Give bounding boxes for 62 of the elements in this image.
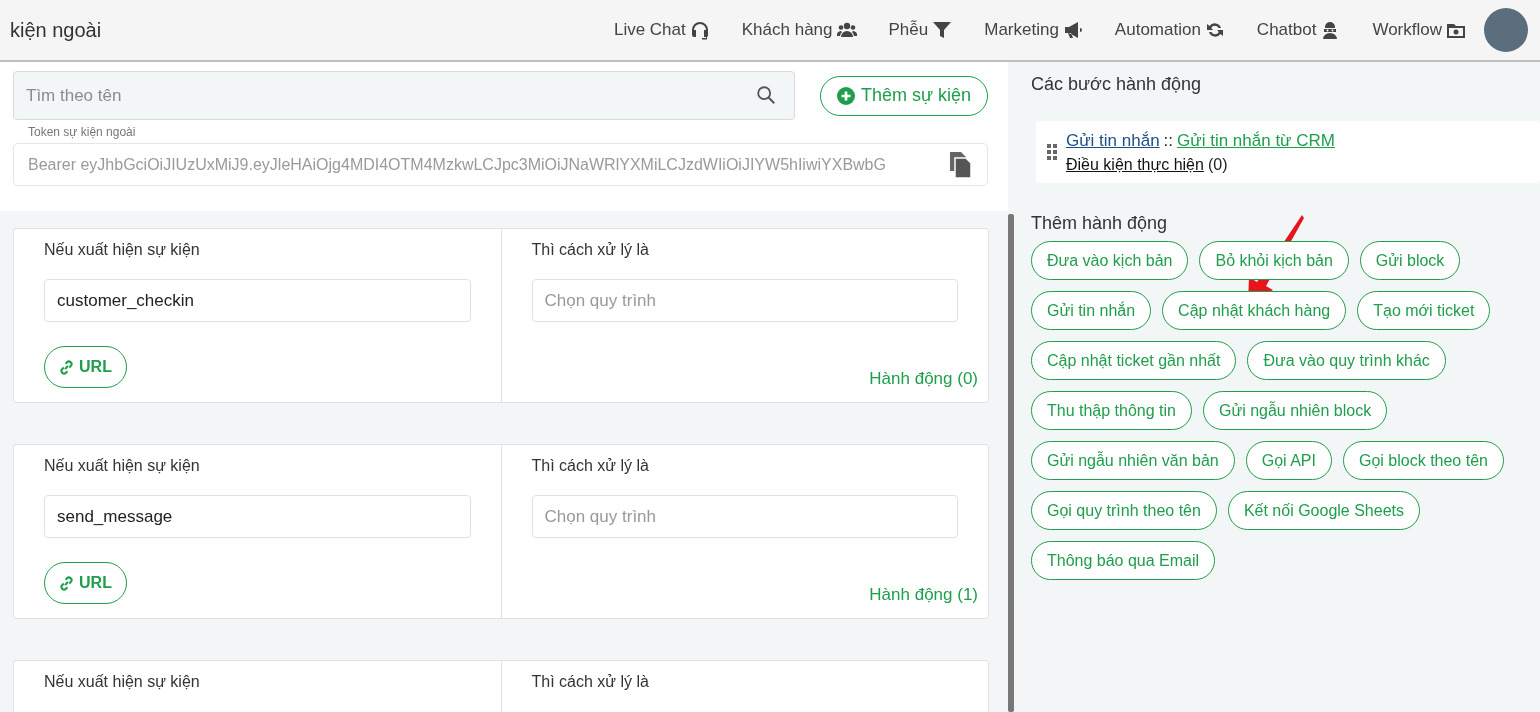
event-label: Nếu xuất hiện sự kiện — [44, 673, 201, 691]
action-chip[interactable]: Tạo mới ticket — [1357, 291, 1491, 330]
condition-count: (0) — [1207, 155, 1228, 174]
action-chip[interactable]: Bỏ khỏi kịch bản — [1199, 241, 1349, 280]
action-chip[interactable]: Gọi API — [1245, 441, 1332, 480]
action-chip[interactable]: Cập nhật ticket gần nhất — [1031, 341, 1237, 380]
nav-link[interactable]: Marketing — [984, 20, 1083, 40]
scrollbar[interactable] — [1008, 214, 1014, 712]
users-icon — [836, 20, 857, 40]
action-chip[interactable]: Gọi block theo tên — [1343, 441, 1504, 480]
action-chip[interactable]: Thông báo qua Email — [1031, 541, 1216, 580]
section-title: Thêm hành động — [1031, 213, 1169, 234]
actions-link[interactable]: Hành động (1) — [869, 585, 978, 605]
filter-icon — [932, 20, 953, 40]
bullhorn-icon — [1062, 20, 1083, 40]
action-chip[interactable]: Kết nối Google Sheets — [1227, 491, 1420, 530]
headset-icon — [689, 20, 710, 40]
copy-icon — [947, 150, 973, 179]
action-chip[interactable]: Đưa vào quy trình khác — [1247, 341, 1446, 380]
step-detail-link[interactable]: Gửi tin nhắn từ CRM — [1177, 130, 1335, 151]
link-icon — [59, 575, 75, 591]
workflow-select[interactable]: Chọn quy trình — [531, 495, 958, 538]
url-button[interactable]: URL — [44, 562, 127, 604]
nav-link[interactable]: Live Chat — [613, 20, 710, 40]
drag-handle-icon — [1046, 143, 1058, 161]
action-chip[interactable]: Gửi ngẫu nhiên văn bản — [1031, 441, 1235, 480]
link-icon — [59, 359, 75, 375]
workflow-label: Thì cách xử lý là — [531, 673, 650, 691]
action-chip[interactable]: Cập nhật khách hàng — [1162, 291, 1347, 330]
step-action-link[interactable]: Gửi tin nhắn — [1066, 130, 1160, 151]
action-chip[interactable]: Gửi tin nhắn — [1031, 291, 1152, 330]
nav-link[interactable]: Khách hàng — [741, 20, 857, 40]
workflow-select[interactable]: Chọn quy trình — [531, 279, 958, 322]
url-button[interactable]: URL — [44, 346, 127, 388]
action-chip[interactable]: Gửi block — [1359, 241, 1461, 280]
action-chip[interactable]: Đưa vào kịch bản — [1031, 241, 1189, 280]
search-icon — [754, 84, 777, 106]
event-label: Nếu xuất hiện sự kiện — [44, 241, 201, 259]
actions-link[interactable]: Hành động (0) — [869, 369, 978, 389]
workflow-label: Thì cách xử lý là — [531, 457, 650, 475]
separator: :: — [1163, 130, 1174, 151]
action-chip[interactable]: Gọi quy trình theo tên — [1031, 491, 1217, 530]
section-title: Các bước hành động — [1031, 74, 1202, 95]
event-label: Nếu xuất hiện sự kiện — [44, 457, 201, 475]
avatar[interactable] — [1484, 8, 1528, 52]
sync-icon — [1204, 20, 1225, 40]
search-field[interactable]: Tìm theo tên — [13, 71, 795, 120]
page-title: kiện ngoài — [10, 18, 103, 42]
workflow-label: Thì cách xử lý là — [531, 241, 650, 259]
condition-link[interactable]: Điều kiện thực hiện — [1066, 155, 1204, 174]
nav-link[interactable]: Phễu — [888, 20, 953, 40]
add-event-button[interactable]: Thêm sự kiện — [819, 75, 988, 116]
action-chip[interactable]: Gửi ngẫu nhiên block — [1203, 391, 1388, 430]
event-name-field[interactable]: send_message — [44, 495, 471, 538]
nav-link[interactable]: Automation — [1114, 20, 1225, 40]
plus-circle-icon — [836, 86, 855, 105]
action-chip[interactable]: Thu thập thông tin — [1031, 391, 1192, 430]
nav-link[interactable]: Chatbot — [1256, 20, 1341, 40]
token-label: Token sự kiện ngoài — [28, 125, 137, 139]
event-name-field[interactable]: customer_checkin — [44, 279, 471, 322]
nav-link[interactable]: Workflow — [1372, 20, 1466, 40]
token-field[interactable]: Bearer eyJhbGciOiJIUzUxMiJ9.eyJleHAiOjg4MDI4OTM4MzkwLCJpc3MiOiJNaWRlYXMiLCJzdWIiOiJIYW5hIiwiYXBwbG — [13, 143, 988, 186]
